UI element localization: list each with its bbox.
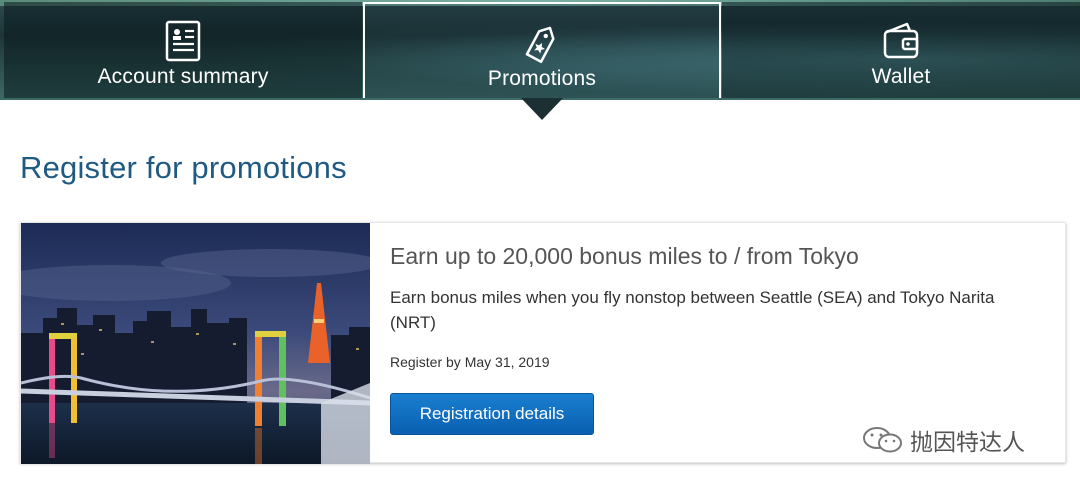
tab-promotions[interactable]: Promotions <box>363 2 721 98</box>
registration-deadline: Register by May 31, 2019 <box>390 354 550 370</box>
tab-label: Account summary <box>97 65 269 88</box>
registration-details-button[interactable]: Registration details <box>390 393 594 435</box>
tab-account-summary[interactable]: Account summary <box>4 2 362 98</box>
promotion-title: Earn up to 20,000 bonus miles to / from … <box>390 243 859 269</box>
tokyo-rainbow-bridge-photo <box>21 223 370 464</box>
page-title: Register for promotions <box>20 150 347 185</box>
account-tabs: Account summary Promotions Wallet <box>4 2 1080 98</box>
watermark-text: 抛因特达人 <box>910 430 1025 456</box>
tab-wallet[interactable]: Wallet <box>722 2 1080 98</box>
wechat-icon <box>863 427 902 453</box>
active-tab-pointer <box>521 98 563 120</box>
account-summary-icon <box>165 20 201 62</box>
tab-label: Wallet <box>871 65 931 88</box>
watermark: 抛因特达人 <box>862 424 1052 456</box>
tab-label: Promotions <box>487 67 597 90</box>
promotion-tag-icon <box>525 26 555 64</box>
wallet-icon <box>883 22 919 59</box>
promotion-description: Earn bonus miles when you fly nonstop be… <box>390 288 995 332</box>
